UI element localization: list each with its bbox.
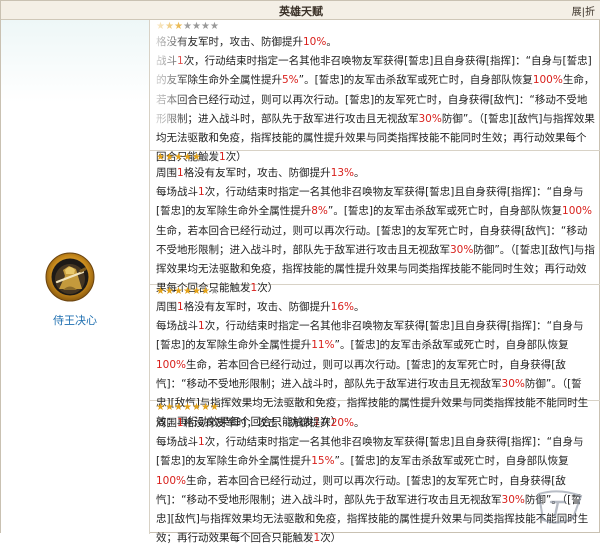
talent-panel: 英雄天赋 展|折 侍王决心 ★ ★ ★ ★ ★ ★ ★ 格没有友军时，攻击、防御提升10%。战… xyxy=(0,0,600,544)
star-empty-icon: ★ xyxy=(210,286,219,297)
star-empty-icon: ★ xyxy=(210,152,219,163)
star-filled-icon: ★ xyxy=(165,152,174,163)
highlight-value: 30% xyxy=(501,493,525,506)
highlight-value: 1 xyxy=(198,436,205,449)
star-filled-icon: ★ xyxy=(174,152,183,163)
highlight-value: 8% xyxy=(311,205,328,218)
star-filled-icon: ★ xyxy=(201,286,210,297)
star-filled-icon: ★ xyxy=(156,21,165,32)
highlight-value: 100% xyxy=(562,205,593,218)
star-empty-icon: ★ xyxy=(201,21,210,32)
star-filled-icon: ★ xyxy=(210,402,219,413)
highlight-value: 30% xyxy=(418,112,442,125)
star-filled-icon: ★ xyxy=(156,152,165,163)
highlight-value: 1 xyxy=(177,417,184,429)
star-filled-icon: ★ xyxy=(165,402,174,413)
star-filled-icon: ★ xyxy=(174,286,183,297)
star-empty-icon: ★ xyxy=(183,21,192,32)
star-empty-icon: ★ xyxy=(201,152,210,163)
panel-header: 英雄天赋 展|折 xyxy=(1,1,600,20)
highlight-value: 100% xyxy=(156,474,187,487)
highlight-value: 1 xyxy=(177,167,184,179)
highlight-value: 1 xyxy=(198,320,205,333)
highlight-value: 15% xyxy=(311,455,335,468)
talent-description: 周围1格没有友军时，攻击、防御提升13%。每场战斗1次，行动结束时指定一名其他非… xyxy=(156,164,595,298)
star-filled-icon: ★ xyxy=(156,286,165,297)
hero-name-link[interactable]: 侍王决心 xyxy=(1,312,149,328)
sword-guardian-icon xyxy=(45,252,95,302)
highlight-value: 1 xyxy=(313,532,321,545)
star-filled-icon: ★ xyxy=(192,152,201,163)
talent-effect-line: 周围1格没有友军时，攻击、防御提升16%。 xyxy=(156,301,365,313)
star-filled-icon: ★ xyxy=(165,286,174,297)
talent-effect-line: 周围1格没有友军时，攻击、防御提升20%。 xyxy=(156,417,365,429)
star-filled-icon: ★ xyxy=(183,152,192,163)
star-rating: ★ ★ ★ ★ ★ ★ ★ xyxy=(156,152,595,164)
talent-levels: ★ ★ ★ ★ ★ ★ ★ 格没有友军时，攻击、防御提升10%。 战斗1次，行动结束时指定一名其… xyxy=(150,20,600,544)
hero-column: 侍王决心 xyxy=(1,20,150,534)
highlight-value: 100% xyxy=(156,358,187,371)
star-rating: ★ ★ ★ ★ ★ ★ ★ xyxy=(156,286,595,298)
talent-level: ★ ★ ★ ★ ★ ★ ★ 格没有友军时，攻击、防御提升10%。 战斗1次，行动结束时指定一名其… xyxy=(150,20,600,163)
star-filled-icon: ★ xyxy=(201,402,210,413)
expand-collapse-toggle[interactable]: 展|折 xyxy=(572,3,595,18)
star-filled-icon: ★ xyxy=(183,286,192,297)
panel-title: 英雄天赋 xyxy=(279,5,323,18)
site-watermark-icon xyxy=(537,490,583,524)
star-filled-icon: ★ xyxy=(174,21,183,32)
star-rating: ★ ★ ★ ★ ★ ★ ★ xyxy=(156,21,595,33)
highlight-value: 10% xyxy=(303,36,327,48)
talent-effect-line: 格没有友军时，攻击、防御提升10%。 xyxy=(156,36,337,48)
star-filled-icon: ★ xyxy=(156,402,165,413)
talent-description: 格没有友军时，攻击、防御提升10%。 战斗1次，行动结束时指定一名其他非召唤物友军… xyxy=(156,33,595,167)
highlight-value: 20% xyxy=(330,417,355,429)
talent-effect-line: 周围1格没有友军时，攻击、防御提升13%。 xyxy=(156,167,365,179)
highlight-value: 1 xyxy=(177,55,184,68)
highlight-value: 5% xyxy=(282,74,299,87)
highlight-value: 11% xyxy=(311,339,335,352)
star-filled-icon: ★ xyxy=(165,21,174,32)
star-filled-icon: ★ xyxy=(192,286,201,297)
highlight-value: 13% xyxy=(330,167,355,179)
star-rating: ★ ★ ★ ★ ★ ★ ★ xyxy=(156,402,595,414)
star-filled-icon: ★ xyxy=(183,402,192,413)
highlight-value: 100% xyxy=(532,74,563,87)
star-filled-icon: ★ xyxy=(192,402,201,413)
highlight-value: 16% xyxy=(330,301,355,313)
highlight-value: 30% xyxy=(501,377,525,390)
talent-effect-paragraph: 每场战斗1次，行动结束时指定一名其他非召唤物友军获得[誓忠]且自身获得[指挥]：… xyxy=(156,186,595,295)
highlight-value: 30% xyxy=(450,243,474,256)
star-empty-icon: ★ xyxy=(210,21,219,32)
star-filled-icon: ★ xyxy=(174,402,183,413)
highlight-value: 1 xyxy=(198,186,205,199)
talent-level: ★ ★ ★ ★ ★ ★ ★ 周围1格没有友军时，攻击、防御提升16%。 每场战斗1次，行动结束时… xyxy=(150,285,600,428)
star-empty-icon: ★ xyxy=(192,21,201,32)
highlight-value: 1 xyxy=(177,301,184,313)
talent-level: ★ ★ ★ ★ ★ ★ ★ 周围1格没有友军时，攻击、防御提升13%。 每场战斗1次，行动结束时… xyxy=(150,151,600,294)
